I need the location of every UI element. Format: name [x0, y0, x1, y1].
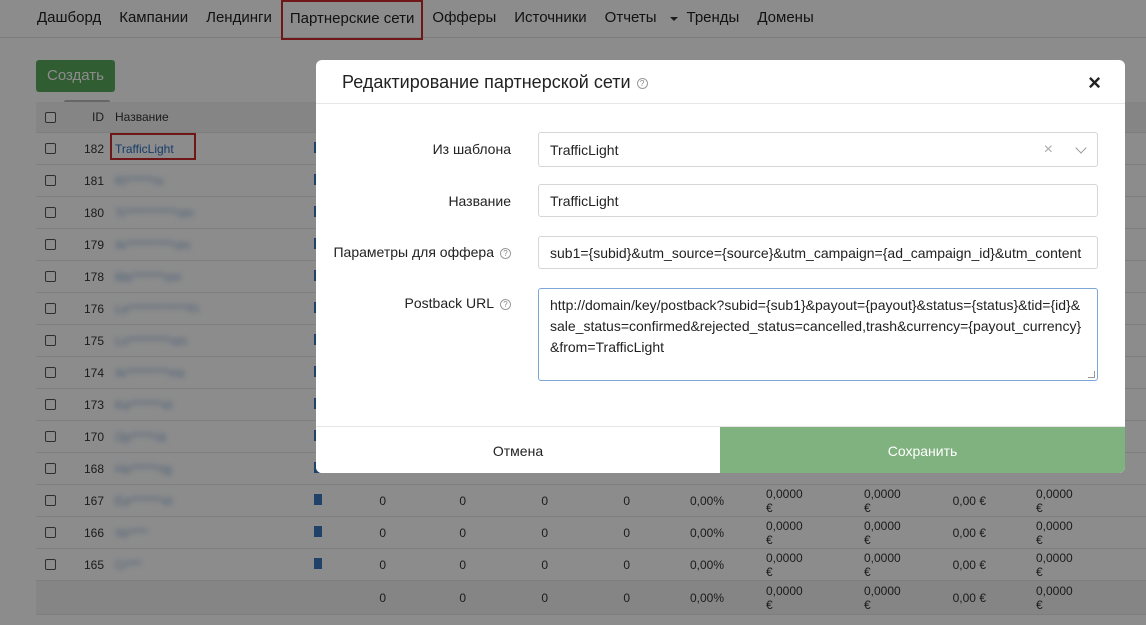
help-icon[interactable]: ?: [500, 247, 511, 259]
close-icon[interactable]: ×: [1088, 70, 1101, 96]
params-label-text: Параметры для оффера: [333, 244, 494, 260]
save-button[interactable]: Сохранить: [720, 427, 1125, 473]
modal-footer: Отмена Сохранить: [316, 426, 1125, 473]
postback-label: Postback URL?: [405, 295, 511, 311]
params-label: Параметры для оффера?: [333, 244, 511, 260]
modal-title: Редактирование партнерской сети?: [342, 72, 648, 93]
postback-label-text: Postback URL: [404, 295, 494, 311]
name-value: TrafficLight: [550, 192, 619, 209]
name-label: Название: [448, 193, 511, 209]
modal-header: Редактирование партнерской сети? ×: [316, 60, 1125, 104]
help-icon[interactable]: ?: [500, 298, 511, 310]
chevron-down-icon[interactable]: [1075, 142, 1087, 154]
edit-network-modal: Редактирование партнерской сети? × Из ша…: [316, 60, 1125, 473]
postback-value: http://domain/key/postback?subid={sub1}&…: [550, 297, 1082, 355]
template-label: Из шаблона: [432, 141, 511, 157]
template-select[interactable]: TrafficLight ×: [538, 132, 1098, 167]
clear-icon[interactable]: ×: [1044, 141, 1053, 159]
resize-handle-icon[interactable]: [1088, 371, 1095, 378]
template-value: TrafficLight: [550, 141, 619, 158]
modal-title-text: Редактирование партнерской сети: [342, 72, 631, 92]
cancel-button[interactable]: Отмена: [316, 427, 720, 473]
params-input[interactable]: sub1={subid}&utm_source={source}&utm_cam…: [538, 236, 1098, 269]
help-icon[interactable]: ?: [636, 77, 648, 89]
name-input[interactable]: TrafficLight: [538, 184, 1098, 217]
postback-url-textarea[interactable]: http://domain/key/postback?subid={sub1}&…: [538, 288, 1098, 381]
params-value: sub1={subid}&utm_source={source}&utm_cam…: [550, 244, 1082, 261]
